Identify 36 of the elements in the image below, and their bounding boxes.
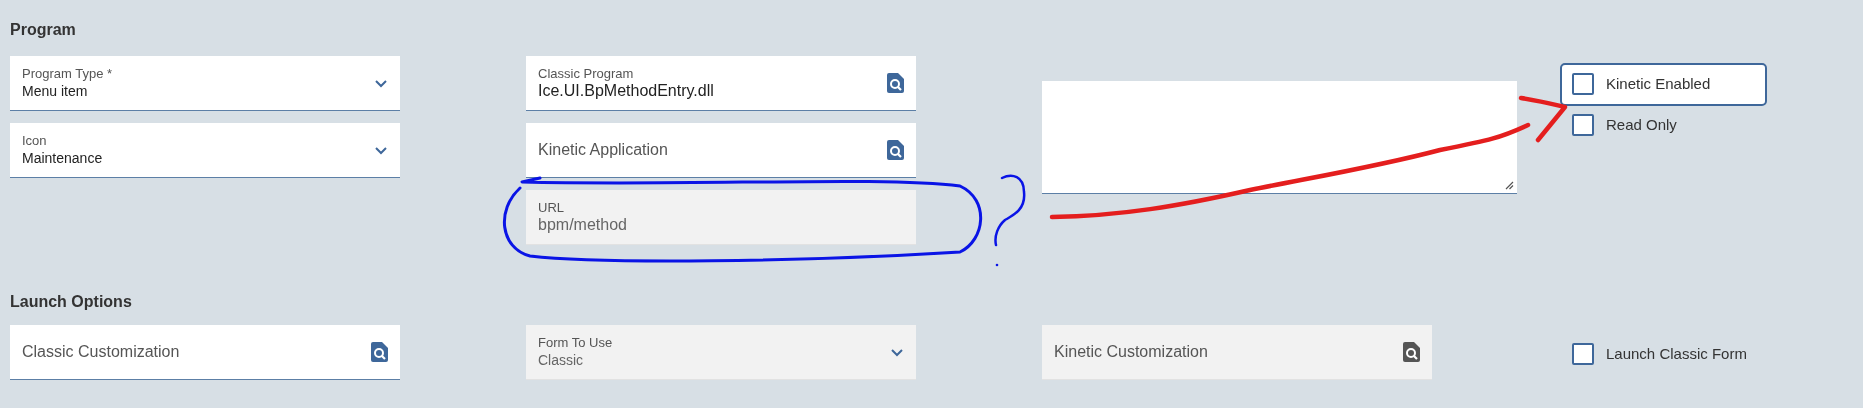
checkbox[interactable] [1572,73,1594,96]
section-heading: Program [10,20,77,40]
checkbox-option[interactable]: Kinetic Enabled [1560,63,1767,106]
field-label: URL [538,200,565,216]
field-value: Maintenance [22,149,104,167]
lookup-field[interactable]: Kinetic Application [526,123,916,178]
field-label: Kinetic Customization [1054,342,1209,362]
field-label: Classic Program [538,66,635,82]
checkbox-option[interactable]: Launch Classic Form [1560,333,1767,376]
field-value: bpm/method [538,216,628,234]
lookup-field[interactable]: Classic Customization [10,325,400,380]
section-heading: Launch Options [10,292,133,312]
search-icon[interactable] [887,73,904,93]
resize-grip-icon[interactable] [1505,181,1514,190]
checkbox-label: Kinetic Enabled [1606,74,1711,94]
search-icon[interactable] [887,140,904,160]
checkbox-label: Read Only [1606,114,1677,135]
text-area[interactable] [1042,81,1517,194]
field-label: Classic Customization [22,342,181,362]
field-value: Ice.UI.BpMethodEntry.dll [538,82,715,100]
field-value: Classic [538,351,585,369]
checkbox[interactable] [1572,113,1594,136]
checkbox-option[interactable]: Read Only [1560,103,1767,146]
field-value: Menu item [22,82,89,100]
checkbox[interactable] [1572,343,1594,366]
search-icon[interactable] [371,342,388,362]
dropdown-field[interactable]: Icon Maintenance [10,123,400,178]
checkbox-label: Launch Classic Form [1606,344,1747,364]
chevron-down-icon[interactable] [374,78,388,88]
field-label: Program Type * [22,66,114,82]
field-label: Icon [22,133,48,149]
field-label: Form To Use [538,335,614,351]
chevron-down-icon[interactable] [374,145,388,155]
field-label: Kinetic Application [538,140,669,160]
lookup-field[interactable]: Classic Program Ice.UI.BpMethodEntry.dll [526,56,916,111]
dropdown-field[interactable]: Program Type * Menu item [10,56,400,111]
